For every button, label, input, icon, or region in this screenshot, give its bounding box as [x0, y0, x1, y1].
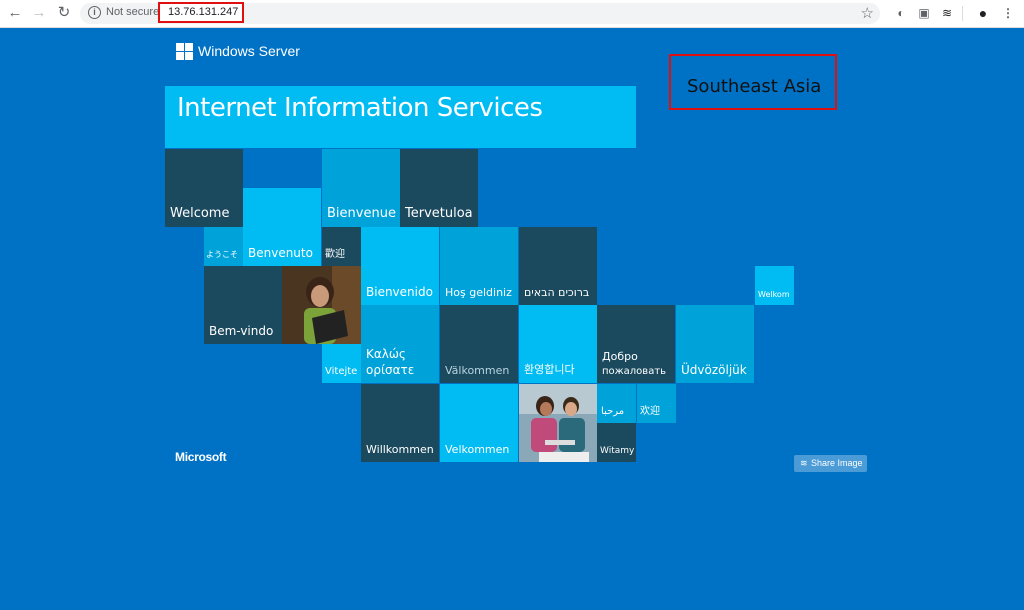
share-image-button[interactable]: ≋ Share Image	[794, 455, 867, 472]
windows-logo-icon	[176, 43, 193, 60]
info-icon[interactable]: i	[88, 6, 101, 19]
back-icon[interactable]: ←	[6, 4, 24, 22]
photo-boy-laptop	[282, 266, 361, 344]
tile-hebrew: ברוכים הבאים	[519, 227, 597, 305]
extension-layers-icon[interactable]: ≋	[939, 5, 955, 21]
tile-welcome: Welcome	[165, 149, 243, 227]
tile-hos-geldiniz: Hoş geldiniz	[440, 227, 518, 305]
layers-icon: ≋	[800, 458, 808, 468]
page-title: Internet Information Services	[177, 93, 543, 123]
extension-page-icon[interactable]: ▣	[916, 5, 932, 21]
security-label[interactable]: Not secure	[106, 6, 159, 18]
tile-bienvenue: Bienvenue	[322, 149, 400, 227]
tile-tervetuloa: Tervetuloa	[400, 149, 478, 227]
profile-avatar-icon[interactable]: ●	[975, 5, 991, 21]
extension-circle-icon[interactable]: ◐	[893, 5, 909, 21]
photo-two-people	[519, 384, 597, 462]
tile-udvozoljuk: Üdvözöljük	[676, 305, 754, 383]
menu-kebab-icon[interactable]: ⋮	[1000, 5, 1016, 21]
tile-huanying-traditional: 歡迎	[322, 227, 361, 266]
url-highlight: 13.76.131.247	[158, 2, 244, 23]
reload-icon[interactable]: ↻	[55, 4, 73, 22]
url-text[interactable]: 13.76.131.247	[168, 6, 238, 18]
tile-witamy: Witamy	[597, 423, 636, 462]
tile-korean: 환영합니다	[519, 305, 597, 383]
microsoft-brand: Microsoft	[175, 450, 227, 464]
windows-server-brand: Windows Server	[198, 43, 300, 59]
tile-vitejte: Vitejte	[322, 344, 361, 383]
tile-willkommen: Willkommen	[361, 384, 439, 462]
tile-dobro-pozhalovat: Добро пожаловать	[597, 305, 675, 383]
toolbar-divider	[962, 6, 963, 21]
tile-kalos-orisate: Καλώς ορίσατε	[361, 305, 439, 383]
tile-welkom: Welkom	[755, 266, 794, 305]
tile-benvenuto: Benvenuto	[243, 188, 321, 266]
tile-valkommen: Välkommen	[440, 305, 518, 383]
region-label: Southeast Asia	[687, 76, 822, 97]
tile-huanying-simplified: 欢迎	[637, 384, 676, 423]
tile-bem-vindo: Bem-vindo	[204, 266, 282, 344]
tile-bienvenido: Bienvenido	[361, 227, 439, 305]
tile-arabic: مرحبا	[597, 384, 636, 423]
title-banner: Internet Information Services	[165, 86, 636, 148]
tile-velkommen: Velkommen	[440, 384, 518, 462]
tile-youkoso: ようこそ	[204, 227, 243, 266]
region-annotation: Southeast Asia	[669, 54, 837, 110]
bookmark-star-icon[interactable]: ☆	[861, 4, 874, 22]
share-image-label: Share Image	[811, 458, 863, 468]
forward-icon[interactable]: →	[30, 4, 48, 22]
address-bar[interactable]: i Not secure 13.76.131.247 ☆	[80, 2, 880, 24]
iis-welcome-page: Windows Server Internet Information Serv…	[0, 28, 1024, 610]
browser-toolbar: ← → ↻ i Not secure 13.76.131.247 ☆ ◐ ▣ ≋…	[0, 0, 1024, 28]
